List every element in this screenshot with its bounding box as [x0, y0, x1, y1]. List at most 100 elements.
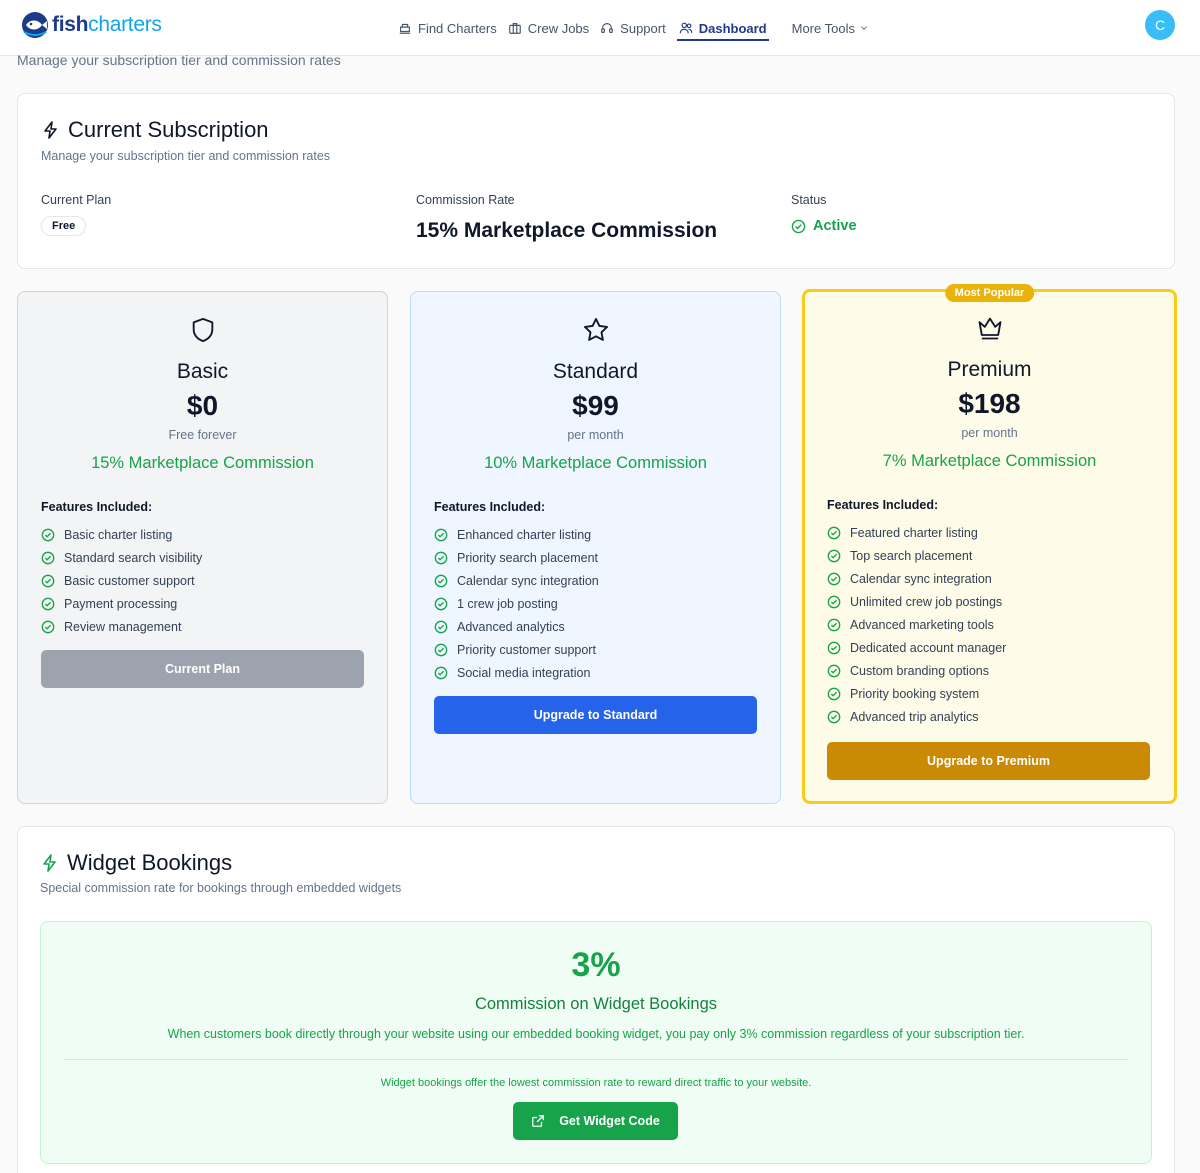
upgrade-premium-button[interactable]: Upgrade to Premium [827, 742, 1150, 780]
status-badge: Active [791, 218, 857, 234]
feature-item: Payment processing [41, 593, 202, 616]
chevron-down-icon [861, 26, 867, 30]
upgrade-standard-button[interactable]: Upgrade to Standard [434, 696, 757, 734]
nav-find-charters[interactable]: Find Charters [398, 13, 497, 43]
current-plan-button[interactable]: Current Plan [41, 650, 364, 688]
current-subscription-card: Current Subscription Manage your subscri… [17, 93, 1175, 269]
top-nav: fishcharters Find Charters Crew Jobs Sup… [0, 0, 1200, 56]
feature-item: Calendar sync integration [827, 568, 1006, 591]
plan-commission: 10% Marketplace Commission [484, 454, 707, 472]
features-title: Features Included: [41, 500, 153, 514]
check-circle-icon [827, 710, 841, 723]
user-avatar[interactable]: C [1145, 10, 1175, 40]
feature-item: Dedicated account manager [827, 636, 1006, 659]
divider [64, 1059, 1128, 1060]
feature-item: Unlimited crew job postings [827, 591, 1006, 614]
current-plan-badge: Free [41, 216, 87, 236]
check-circle-icon [791, 219, 806, 233]
external-link-icon [532, 1115, 545, 1127]
feature-item: Social media integration [434, 661, 599, 684]
feature-item: Advanced marketing tools [827, 614, 1006, 637]
check-circle-icon [41, 529, 55, 542]
plan-period: per month [961, 426, 1018, 440]
check-circle-icon [434, 597, 448, 611]
check-circle-icon [827, 618, 841, 632]
features-list: Enhanced charter listing Priority search… [434, 524, 599, 684]
check-circle-icon [827, 572, 841, 586]
current-plan-label: Current Plan [41, 193, 112, 207]
check-circle-icon [41, 597, 55, 611]
plan-period: Free forever [168, 428, 237, 442]
feature-item: 1 crew job posting [434, 593, 599, 616]
users-icon [679, 22, 692, 34]
plan-price: $0 [186, 390, 219, 421]
check-circle-icon [41, 620, 55, 634]
logo-text: fishcharters [52, 13, 162, 36]
check-circle-icon [827, 687, 841, 701]
ship-icon [399, 23, 411, 34]
feature-item: Featured charter listing [827, 522, 1006, 545]
check-circle-icon [434, 666, 448, 680]
widget-description: When customers book directly through you… [167, 1027, 1025, 1041]
feature-item: Review management [41, 616, 202, 639]
check-circle-icon [827, 595, 841, 609]
check-circle-icon [434, 620, 448, 634]
check-circle-icon [41, 574, 55, 588]
commission-rate-label: Commission Rate [416, 193, 515, 207]
plan-card-basic: Basic $0 Free forever 15% Marketplace Co… [17, 291, 388, 804]
briefcase-icon [508, 23, 521, 34]
widget-bookings-title: Widget Bookings [40, 850, 232, 876]
plan-commission: 15% Marketplace Commission [91, 454, 314, 472]
plan-name: Standard [552, 360, 639, 383]
feature-item: Advanced trip analytics [827, 705, 1006, 728]
plan-price: $198 [958, 388, 1021, 419]
plan-name: Premium [947, 358, 1032, 381]
commission-rate-value: 15% Marketplace Commission [416, 219, 718, 242]
plan-card-premium: Most Popular Premium $198 per month 7% M… [802, 284, 1177, 804]
widget-note: Widget bookings offer the lowest commiss… [380, 1077, 812, 1089]
feature-item: Calendar sync integration [434, 570, 599, 593]
nav-crew-jobs[interactable]: Crew Jobs [508, 13, 589, 43]
widget-bookings-subtitle: Special commission rate for bookings thr… [40, 881, 402, 895]
plan-card-standard: Standard $99 per month 10% Marketplace C… [410, 291, 781, 804]
page-subtitle: Manage your subscription tier and commis… [17, 52, 341, 68]
feature-item: Enhanced charter listing [434, 524, 599, 547]
star-icon [583, 317, 608, 341]
feature-item: Top search placement [827, 545, 1006, 568]
nav-links: Find Charters Crew Jobs Support Dashboar… [398, 0, 880, 56]
feature-item: Standard search visibility [41, 547, 202, 570]
features-list: Featured charter listing Top search plac… [827, 522, 1006, 728]
features-title: Features Included: [827, 498, 939, 512]
check-circle-icon [434, 529, 448, 542]
get-widget-code-button[interactable]: Get Widget Code [513, 1102, 678, 1140]
check-circle-icon [434, 574, 448, 588]
fish-logo-icon [22, 12, 48, 38]
lightning-icon [44, 121, 57, 139]
headset-icon [601, 23, 613, 33]
check-circle-icon [434, 643, 448, 657]
nav-dashboard[interactable]: Dashboard [676, 13, 769, 43]
feature-item: Priority customer support [434, 638, 599, 661]
current-subscription-title: Current Subscription [41, 117, 269, 143]
fishcharters-logo[interactable]: fishcharters [20, 10, 162, 40]
widget-rate: 3% [571, 946, 621, 984]
plan-commission: 7% Marketplace Commission [882, 452, 1097, 470]
features-list: Basic charter listing Standard search vi… [41, 524, 202, 638]
feature-item: Custom branding options [827, 659, 1006, 682]
check-circle-icon [41, 551, 55, 565]
check-circle-icon [827, 664, 841, 678]
crown-icon [978, 317, 1001, 340]
plan-price: $99 [572, 390, 619, 421]
widget-commission-box: 3% Commission on Widget Bookings When cu… [40, 921, 1152, 1164]
check-circle-icon [827, 641, 841, 655]
check-circle-icon [434, 551, 448, 565]
feature-item: Basic customer support [41, 570, 202, 593]
lightning-icon [43, 854, 56, 872]
features-title: Features Included: [434, 500, 546, 514]
most-popular-badge: Most Popular [944, 284, 1035, 302]
status-label: Status [791, 193, 827, 207]
nav-more-tools[interactable]: More Tools [792, 13, 869, 43]
nav-support[interactable]: Support [600, 13, 666, 43]
feature-item: Priority booking system [827, 682, 1006, 705]
check-circle-icon [827, 527, 841, 540]
